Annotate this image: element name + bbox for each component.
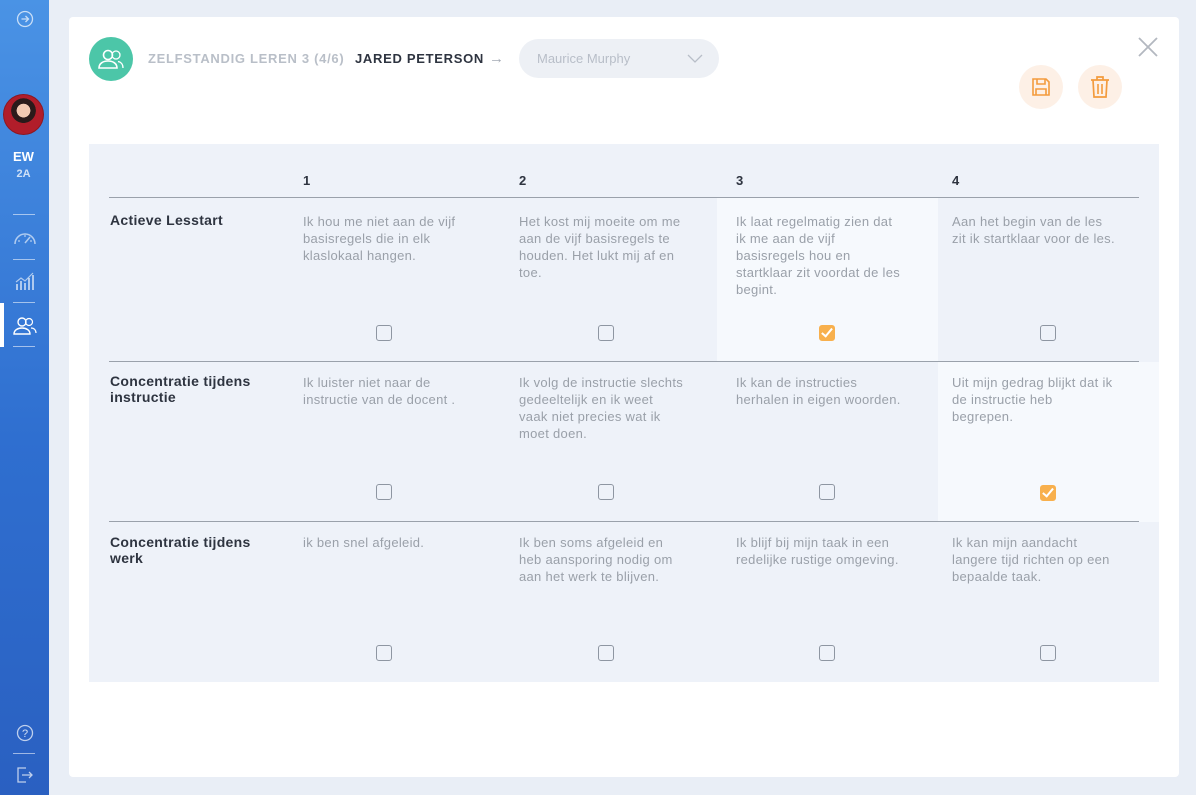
column-header: 4 bbox=[952, 173, 960, 188]
checkbox[interactable] bbox=[819, 484, 835, 500]
checkbox[interactable] bbox=[819, 325, 835, 341]
divider bbox=[13, 302, 35, 303]
rubric-cell: Ik kan mijn aandacht langere tijd richte… bbox=[952, 535, 1110, 584]
avatar[interactable] bbox=[3, 94, 44, 135]
user-initials: EW bbox=[13, 149, 34, 164]
svg-text:?: ? bbox=[21, 728, 27, 740]
breadcrumb[interactable]: ZELFSTANDIG LEREN 3 (4/6) bbox=[148, 51, 344, 66]
divider bbox=[13, 214, 35, 215]
checkbox[interactable] bbox=[819, 645, 835, 661]
rubric-cell: Ik volg de instructie slechts gedeelteli… bbox=[519, 375, 684, 441]
logout-icon[interactable] bbox=[0, 765, 49, 785]
divider bbox=[13, 259, 35, 260]
checkbox[interactable] bbox=[598, 325, 614, 341]
rubric-cell: Ik kan de instructies herhalen in eigen … bbox=[736, 375, 901, 407]
checkbox[interactable] bbox=[1040, 485, 1056, 501]
rubric-cell: ik ben snel afgeleid. bbox=[303, 535, 425, 550]
rubric-cell: Ik ben soms afgeleid en heb aansporing n… bbox=[519, 535, 673, 584]
checkbox[interactable] bbox=[598, 645, 614, 661]
rubric-cell: Ik luister niet naar de instructie van d… bbox=[303, 375, 456, 407]
help-icon[interactable]: ? bbox=[0, 723, 49, 743]
dashboard-icon[interactable] bbox=[0, 227, 49, 249]
divider bbox=[109, 197, 1139, 198]
trash-icon bbox=[1091, 76, 1109, 98]
assessment-modal: ZELFSTANDIG LEREN 3 (4/6) JARED PETERSON… bbox=[69, 17, 1179, 777]
save-icon bbox=[1032, 78, 1050, 96]
save-button[interactable] bbox=[1019, 65, 1063, 109]
rubric-cell: Ik hou me niet aan de vijf basisregels d… bbox=[303, 214, 456, 263]
collapse-icon[interactable] bbox=[0, 9, 49, 29]
checkbox[interactable] bbox=[1040, 645, 1056, 661]
arrow-right-icon: → bbox=[489, 50, 504, 67]
student-name: JARED PETERSON bbox=[355, 51, 484, 66]
chevron-down-icon bbox=[687, 54, 703, 63]
divider bbox=[13, 346, 35, 347]
checkbox[interactable] bbox=[376, 325, 392, 341]
select-placeholder: Maurice Murphy bbox=[537, 51, 631, 66]
rubric-cell: Uit mijn gedrag blijkt dat ik de instruc… bbox=[952, 375, 1113, 424]
checkbox[interactable] bbox=[598, 484, 614, 500]
checkbox[interactable] bbox=[1040, 325, 1056, 341]
sidebar: EW 2A ? bbox=[0, 0, 49, 795]
rubric-cell: Ik laat regelmatig zien dat ik me aan de… bbox=[736, 214, 901, 297]
close-icon[interactable] bbox=[1137, 36, 1159, 63]
divider bbox=[109, 521, 1139, 522]
stats-icon[interactable] bbox=[0, 269, 49, 293]
row-label: Actieve Lesstart bbox=[110, 212, 223, 228]
rubric-cell: Het kost mij moeite om me aan de vijf ba… bbox=[519, 214, 681, 280]
column-header: 3 bbox=[736, 173, 744, 188]
divider bbox=[13, 753, 35, 754]
checkbox[interactable] bbox=[376, 484, 392, 500]
column-header: 2 bbox=[519, 173, 527, 188]
divider bbox=[109, 361, 1139, 362]
row-label: Concentratie tijdens werk bbox=[110, 534, 251, 566]
row-label: Concentratie tijdens instructie bbox=[110, 373, 251, 405]
user-group: 2A bbox=[16, 168, 31, 180]
delete-button[interactable] bbox=[1078, 65, 1122, 109]
group-icon bbox=[89, 37, 133, 81]
rubric-table: 1 2 3 4 Actieve Lesstart Ik hou me niet … bbox=[89, 144, 1159, 682]
rubric-cell: Aan het begin van de les zit ik startkla… bbox=[952, 214, 1115, 246]
students-icon[interactable] bbox=[0, 314, 49, 338]
checkbox[interactable] bbox=[376, 645, 392, 661]
rubric-cell: Ik blijf bij mijn taak in een redelijke … bbox=[736, 535, 899, 567]
student-select[interactable]: Maurice Murphy bbox=[519, 39, 719, 78]
column-header: 1 bbox=[303, 173, 311, 188]
